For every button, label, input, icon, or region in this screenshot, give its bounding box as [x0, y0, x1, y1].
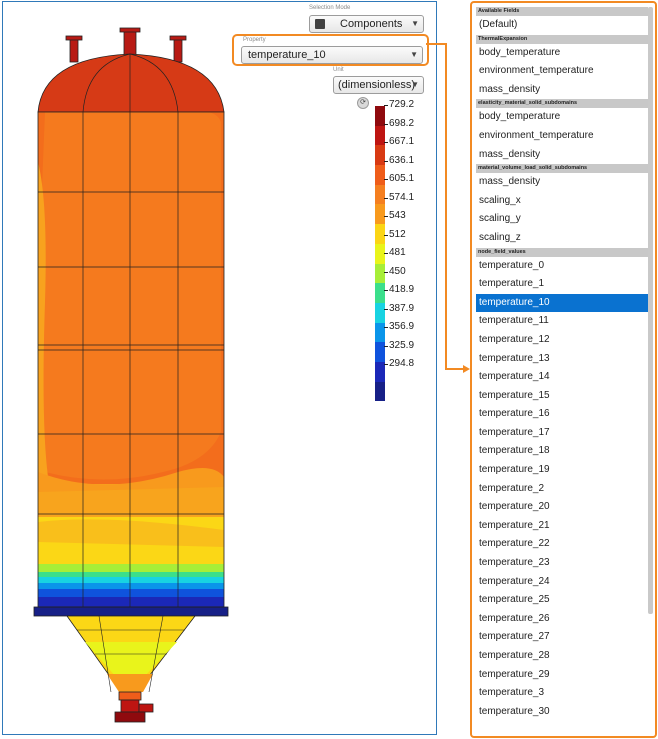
field-list-item[interactable]: temperature_11 [476, 312, 648, 331]
field-list-item[interactable]: temperature_28 [476, 647, 648, 666]
field-list-item[interactable]: temperature_2 [476, 480, 648, 499]
legend-tick-label: 543 [384, 210, 406, 221]
legend-color-segment [375, 165, 385, 185]
property-dropdown[interactable]: temperature_10 ▼ [241, 46, 423, 64]
legend-tick-label: 605.1 [383, 173, 415, 184]
field-list-item[interactable]: temperature_14 [476, 368, 648, 387]
field-list-item[interactable]: mass_density [476, 81, 648, 100]
legend-tick-label: 325.9 [383, 339, 415, 351]
field-list-item[interactable]: temperature_26 [476, 610, 648, 629]
field-list-item[interactable]: body_temperature [476, 44, 648, 63]
legend-color-segment [375, 381, 385, 402]
field-list-item[interactable]: temperature_10 [476, 293, 648, 313]
reset-range-icon[interactable]: ⟳ [357, 97, 369, 109]
field-list-item[interactable]: mass_density [476, 173, 648, 192]
available-fields-panel[interactable]: Available Fields (Default) ThermalExpansio… [470, 1, 657, 738]
field-list-item[interactable]: scaling_x [476, 192, 648, 211]
section-header: elasticity_material_solid_subdomains [476, 99, 648, 109]
field-list-item[interactable]: temperature_1 [476, 275, 648, 294]
field-list-item[interactable]: temperature_19 [476, 461, 648, 480]
field-list-item[interactable]: scaling_y [476, 210, 648, 229]
property-label: Property [243, 37, 266, 43]
legend-tick-label: 512 [384, 228, 406, 240]
field-list-item[interactable]: temperature_27 [476, 628, 648, 647]
field-list-item[interactable]: temperature_25 [476, 591, 648, 610]
selection-mode-label: Selection Mode [309, 5, 351, 11]
selection-mode-value: Components [340, 18, 403, 30]
field-list-item[interactable]: temperature_24 [476, 573, 648, 592]
field-list-item[interactable]: temperature_22 [476, 535, 648, 554]
legend-color-segment [375, 263, 385, 284]
field-list-item[interactable]: temperature_23 [476, 554, 648, 573]
legend-tick-label: 481 [384, 247, 406, 258]
section-header: node_field_values [476, 247, 648, 257]
unit-label: Unit [333, 67, 344, 73]
selection-mode-dropdown[interactable]: Components ▼ [309, 15, 424, 33]
legend-color-segment [375, 145, 385, 166]
field-list-item[interactable]: temperature_17 [476, 424, 648, 443]
field-list-item[interactable]: scaling_z [476, 229, 648, 248]
fields-scrollbar[interactable] [648, 7, 653, 614]
legend-color-segment [375, 322, 385, 343]
vessel-temperature-plot[interactable] [3, 2, 438, 736]
field-list-item[interactable]: temperature_15 [476, 387, 648, 406]
field-list-item[interactable]: temperature_16 [476, 405, 648, 424]
legend-color-segment [375, 204, 385, 225]
legend-tick-label: 667.1 [383, 136, 415, 147]
field-list-item[interactable]: temperature_12 [476, 331, 648, 350]
field-list-item[interactable]: body_temperature [476, 108, 648, 127]
unit-dropdown[interactable]: (dimensionless) ▼ [333, 76, 424, 94]
field-list-item[interactable]: mass_density [476, 146, 648, 165]
field-list-item[interactable]: temperature_18 [476, 442, 648, 461]
3d-viewport[interactable]: Selection Mode Components ▼ Property tem… [2, 1, 437, 735]
legend-tick-label: 698.2 [383, 117, 415, 129]
property-value: temperature_10 [248, 49, 326, 61]
legend-color-segment [375, 302, 385, 323]
legend-tick-label: 729.2 [383, 99, 415, 110]
legend-tick-label: 450 [384, 265, 406, 277]
legend-tick-label: 636.1 [383, 154, 415, 166]
section-header: material_volume_load_solid_subdomains [476, 164, 648, 174]
unit-value: (dimensionless) [338, 79, 416, 91]
field-list-item[interactable]: temperature_29 [476, 666, 648, 685]
field-list-item[interactable]: (Default) [476, 16, 648, 35]
field-list-item[interactable]: environment_temperature [476, 127, 648, 146]
legend-tick-label: 418.9 [383, 284, 415, 295]
section-header: Available Fields [476, 7, 648, 16]
field-list-item[interactable]: temperature_3 [476, 684, 648, 703]
legend-tick-label: 294.8 [383, 358, 415, 369]
legend-tick-label: 387.9 [383, 302, 415, 314]
legend-tick-label: 356.9 [383, 321, 415, 332]
field-list-item[interactable]: temperature_21 [476, 517, 648, 536]
section-header: ThermalExpansion [476, 34, 648, 44]
field-list-item[interactable]: temperature_20 [476, 498, 648, 517]
legend-color-segment [375, 184, 385, 205]
field-list-item[interactable]: temperature_13 [476, 350, 648, 369]
field-list-item[interactable]: temperature_0 [476, 257, 648, 276]
chevron-down-icon: ▼ [410, 50, 418, 59]
field-list-item[interactable]: temperature_30 [476, 703, 648, 722]
chevron-down-icon: ▼ [411, 19, 419, 28]
cube-icon [315, 19, 325, 29]
field-list-item[interactable]: environment_temperature [476, 62, 648, 81]
fields-list[interactable]: Available Fields (Default) ThermalExpansio… [476, 7, 648, 721]
legend-color-segment [375, 283, 385, 303]
legend-tick-label: 574.1 [383, 191, 415, 203]
chevron-down-icon: ▼ [411, 80, 419, 89]
